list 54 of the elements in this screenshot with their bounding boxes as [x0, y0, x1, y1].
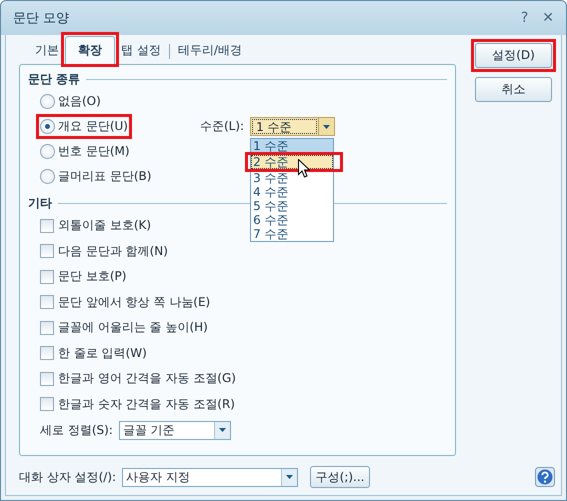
checkbox[interactable]: [40, 397, 54, 412]
option-label: 문단 보호(P): [58, 268, 126, 286]
checkbox[interactable]: [40, 320, 54, 335]
tab[interactable]: 확장: [65, 36, 115, 65]
dropdown-field[interactable]: 글꼴 기준: [118, 420, 231, 440]
tab[interactable]: 기본: [29, 39, 65, 64]
option-label: 다음 문단과 함께(N): [58, 242, 168, 260]
checkbox[interactable]: [40, 270, 54, 284]
option-label: 한글과 숫자 간격을 자동 조절(R): [58, 396, 235, 413]
tab[interactable]: 탭 설정: [115, 39, 167, 64]
option-label: 한 줄로 입력(W): [58, 344, 147, 362]
list-item[interactable]: 3 수준: [251, 171, 334, 185]
option-label: 없음(O): [58, 93, 101, 110]
radio-button[interactable]: [40, 119, 55, 134]
configure-button[interactable]: 구성(;)...: [310, 466, 370, 488]
field-label: 세로 정렬(S):: [40, 422, 113, 438]
list-item[interactable]: 2 수준: [251, 155, 334, 169]
section-title: 문단 종류: [28, 70, 80, 88]
caret-icon: [323, 124, 330, 128]
field-label: 대화 상자 설정(/):: [19, 468, 116, 486]
help-button[interactable]: ?: [520, 10, 528, 26]
tab[interactable]: 테두리/배경: [172, 39, 248, 64]
option-label: 번호 문단(M): [58, 143, 130, 160]
checkbox[interactable]: [40, 295, 54, 310]
list-item[interactable]: 4 수준: [251, 185, 334, 199]
checkbox[interactable]: [40, 346, 54, 360]
caret-icon: [286, 475, 294, 479]
window-title: 문단 모양: [13, 10, 70, 27]
dropdown-field[interactable]: 사용자 지정: [122, 468, 298, 486]
option-label: 글머리표 문단(B): [58, 168, 152, 185]
checkbox[interactable]: [40, 372, 54, 386]
radio-button[interactable]: [40, 94, 55, 109]
dialog-button[interactable]: 설정(D): [475, 43, 552, 68]
option-label: 외톨이줄 보호(K): [58, 217, 152, 234]
caret-icon: [218, 428, 226, 432]
field-label: 수준(L):: [200, 118, 244, 135]
radio-button[interactable]: [40, 169, 55, 184]
list-item[interactable]: 7 수준: [251, 227, 334, 241]
option-label: 한글과 영어 간격을 자동 조절(G): [58, 370, 236, 388]
close-button[interactable]: ✕: [542, 10, 554, 26]
help-icon: [535, 467, 555, 487]
option-label: 개요 문단(U): [58, 118, 128, 135]
checkbox[interactable]: [40, 244, 54, 258]
mouse-pointer-icon: [298, 159, 310, 178]
list-item[interactable]: 1 수준: [251, 139, 334, 153]
dropdown-field[interactable]: 1 수준: [250, 117, 336, 136]
dialog-button[interactable]: 취소: [475, 77, 552, 102]
list-item[interactable]: 6 수준: [251, 213, 334, 227]
checkbox[interactable]: [40, 218, 54, 233]
option-label: 문단 앞에서 항상 쪽 나눔(E): [58, 294, 210, 311]
section-title: 기타: [28, 194, 52, 212]
radio-button[interactable]: [40, 144, 55, 159]
list-item[interactable]: 5 수준: [251, 199, 334, 213]
option-label: 글꼴에 어울리는 줄 높이(H): [58, 319, 208, 336]
